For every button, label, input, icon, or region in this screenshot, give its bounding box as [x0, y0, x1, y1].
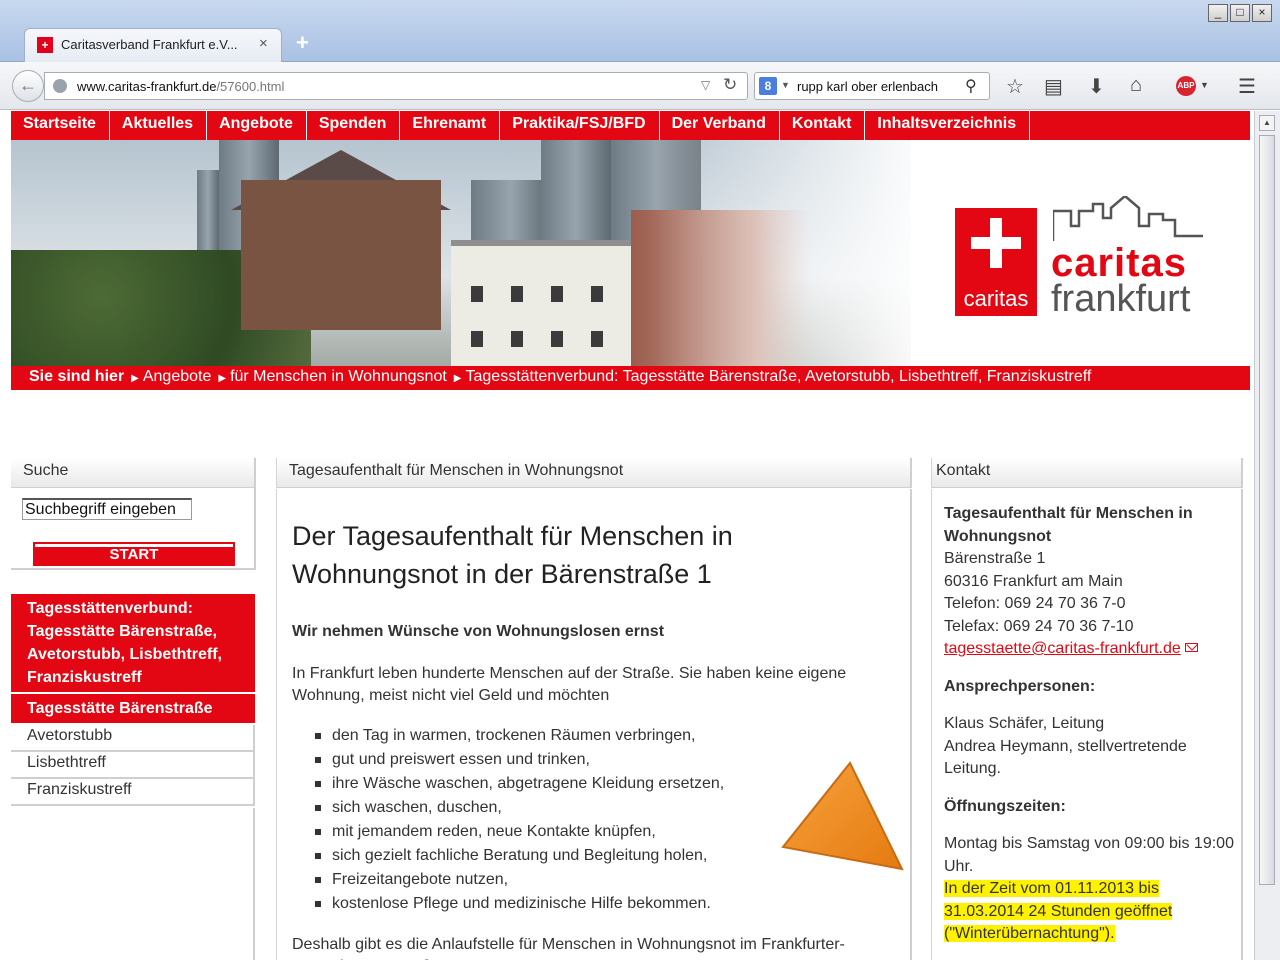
adblock-icon[interactable]: ABP: [1176, 76, 1196, 96]
search-engine-dropdown-icon[interactable]: ▼: [781, 80, 790, 90]
caritas-logo[interactable]: caritas: [955, 208, 1037, 316]
globe-icon: [53, 79, 67, 93]
search-go-icon[interactable]: ⚲: [965, 76, 977, 96]
adblock-dropdown-icon[interactable]: ▼: [1200, 80, 1209, 90]
list-item: kostenlose Pflege und medizinische Hilfe…: [315, 892, 894, 916]
scroll-up-icon[interactable]: ▲: [1259, 115, 1275, 131]
reload-icon[interactable]: ↻: [723, 75, 737, 95]
menu-icon[interactable]: ☰: [1238, 74, 1256, 99]
list-item: den Tag in warmen, trockenen Räumen verb…: [315, 724, 894, 748]
breadcrumb-item[interactable]: für Menschen in Wohnungsnot: [230, 368, 447, 385]
tab-close-icon[interactable]: ×: [259, 35, 268, 52]
contact-org: Tagesaufenthalt für Menschen in Wohnungs…: [944, 505, 1193, 545]
breadcrumb-item[interactable]: Angebote: [143, 368, 212, 385]
skyline-icon: [1053, 196, 1203, 241]
browser-tab[interactable]: + Caritasverband Frankfurt e.V... ×: [24, 28, 282, 63]
site-navigation: Startseite Aktuelles Angebote Spenden Eh…: [11, 111, 1250, 140]
nav-startseite[interactable]: Startseite: [11, 111, 110, 140]
search-bar[interactable]: 8 ▼ rupp karl ober erlenbach ⚲: [754, 72, 990, 100]
header-banner: caritas caritas frankfurt: [11, 140, 1250, 366]
page-subtitle: Wir nehmen Wünsche von Wohnungslosen ern…: [292, 623, 665, 640]
left-column-border: [11, 808, 255, 960]
maximize-button[interactable]: □: [1230, 4, 1250, 22]
nav-kontakt[interactable]: Kontakt: [780, 111, 866, 140]
caritas-cross-icon: [971, 218, 1021, 268]
downloads-icon[interactable]: ⬇: [1088, 74, 1105, 99]
chevron-right-icon: ▶: [453, 373, 462, 384]
search-input[interactable]: rupp karl ober erlenbach: [797, 79, 938, 94]
subnav-item[interactable]: Lisbethtreff: [11, 752, 255, 779]
contact-heading: Kontakt: [931, 458, 1243, 488]
browser-navbar: ← www.caritas-frankfurt.de/57600.html ▽ …: [0, 62, 1280, 110]
site-search-input[interactable]: [22, 498, 192, 520]
subnav-item[interactable]: Franziskustreff: [11, 779, 255, 806]
close-window-button[interactable]: ×: [1252, 4, 1272, 22]
villa: [451, 240, 631, 366]
window-controls: _ □ ×: [1208, 4, 1272, 22]
nav-der-verband[interactable]: Der Verband: [660, 111, 780, 140]
logo-box-text: caritas: [963, 286, 1029, 311]
contact-city: 60316 Frankfurt am Main: [944, 572, 1123, 590]
browser-titlebar: + Caritasverband Frankfurt e.V... × + _ …: [0, 0, 1280, 63]
breadcrumb: Sie sind hier ▶ Angebote ▶ für Menschen in W…: [11, 366, 1250, 390]
tab-title: Caritasverband Frankfurt e.V...: [61, 37, 238, 52]
contact-fax: Telefax: 069 24 70 36 7-10: [944, 617, 1134, 635]
banner-fade: [651, 140, 931, 366]
opening-hours: Montag bis Samstag von 09:00 bis 19:00 U…: [944, 835, 1234, 875]
bookmark-star-icon[interactable]: ☆: [1006, 74, 1024, 99]
nav-ehrenamt[interactable]: Ehrenamt: [400, 111, 501, 140]
breadcrumb-item[interactable]: Tagesstättenverbund: Tagesstätte Bärenst…: [466, 368, 1092, 385]
search-box: START: [11, 488, 256, 570]
church: [241, 180, 441, 330]
search-engine-icon[interactable]: 8: [759, 77, 777, 95]
page-title: Der Tagesaufenthalt für Menschen in Wohn…: [292, 521, 733, 589]
main-heading: Tagesaufenthalt für Menschen in Wohnungs…: [276, 458, 912, 488]
back-icon[interactable]: ←: [12, 70, 44, 102]
intro-paragraph: In Frankfurt leben hunderte Menschen auf…: [292, 665, 847, 704]
url-host: www.caritas-frankfurt.de: [77, 79, 217, 94]
url-path: /57600.html: [216, 79, 285, 94]
url-bar[interactable]: www.caritas-frankfurt.de/57600.html ▽ ↻: [44, 72, 748, 100]
url-text: www.caritas-frankfurt.de/57600.html: [77, 79, 284, 94]
nav-angebote[interactable]: Angebote: [207, 111, 307, 140]
new-tab-button[interactable]: +: [296, 30, 309, 56]
winter-note: In der Zeit vom 01.11.2013 bis 31.03.201…: [944, 880, 1173, 942]
orange-arrow-icon: [781, 761, 904, 871]
url-dropdown-icon[interactable]: ▽: [701, 78, 710, 92]
breadcrumb-label: Sie sind hier: [29, 368, 125, 385]
subnav-parent[interactable]: Tagesstättenverbund: Tagesstätte Bärenst…: [11, 594, 255, 694]
mail-icon[interactable]: [1184, 643, 1198, 652]
subnav-item[interactable]: Avetorstubb: [11, 725, 255, 752]
contact-box: Tagesaufenthalt für Menschen in Wohnungs…: [931, 489, 1243, 960]
scrollbar[interactable]: ▲: [1254, 111, 1280, 960]
logo-wordmark-frankfurt: frankfurt: [1051, 278, 1191, 320]
page-viewport: Startseite Aktuelles Angebote Spenden Eh…: [0, 111, 1280, 960]
contact-person: Klaus Schäfer, Leitung: [944, 715, 1105, 732]
scroll-thumb[interactable]: [1259, 135, 1275, 885]
people-heading: Ansprechpersonen:: [944, 677, 1096, 695]
hours-heading: Öffnungszeiten:: [944, 797, 1066, 815]
home-icon[interactable]: ⌂: [1130, 74, 1142, 97]
contact-street: Bärenstraße 1: [944, 550, 1046, 567]
nav-inhaltsverzeichnis[interactable]: Inhaltsverzeichnis: [865, 111, 1031, 140]
subnav-active-item[interactable]: Tagesstätte Bärenstraße: [11, 694, 255, 725]
contact-email-link[interactable]: tagesstaette@caritas-frankfurt.de: [944, 640, 1181, 657]
search-heading: Suche: [11, 458, 256, 488]
nav-praktika[interactable]: Praktika/FSJ/BFD: [500, 111, 660, 140]
contact-phone: Telefon: 069 24 70 36 7-0: [944, 595, 1126, 612]
main-content: Der Tagesaufenthalt für Menschen in Wohn…: [276, 489, 912, 960]
nav-spenden[interactable]: Spenden: [307, 111, 401, 140]
outro-paragraph: Deshalb gibt es die Anlaufstelle für Men…: [292, 936, 845, 960]
caritas-favicon-icon: +: [37, 37, 53, 53]
start-button[interactable]: START: [33, 542, 235, 566]
chevron-right-icon: ▶: [218, 373, 227, 384]
nav-aktuelles[interactable]: Aktuelles: [110, 111, 208, 140]
section-navigation: Tagesstättenverbund: Tagesstätte Bärenst…: [11, 594, 255, 806]
contact-person: Andrea Heymann, stellvertretende Leitung…: [944, 737, 1187, 778]
minimize-button[interactable]: _: [1208, 4, 1228, 22]
chevron-right-icon: ▶: [131, 373, 139, 384]
reading-list-icon[interactable]: ▤: [1044, 74, 1063, 99]
